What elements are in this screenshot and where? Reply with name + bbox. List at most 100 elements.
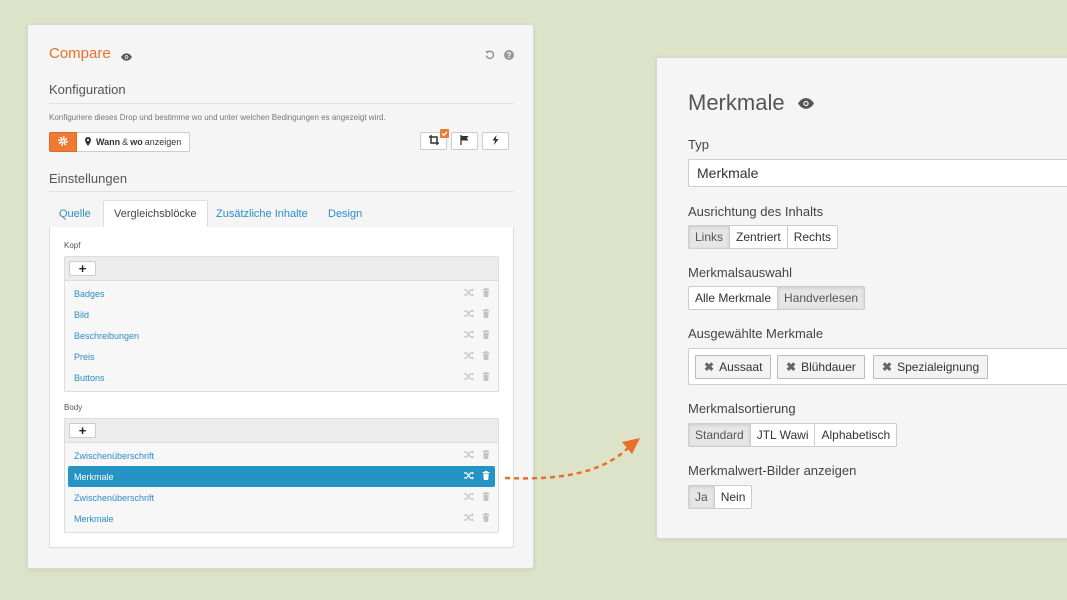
- shuffle-icon[interactable]: [464, 351, 474, 362]
- remove-tag-icon[interactable]: ✖: [786, 360, 796, 374]
- shuffle-icon[interactable]: [464, 372, 474, 383]
- shuffle-icon[interactable]: [464, 309, 474, 320]
- sort-jtl-wawi-button[interactable]: JTL Wawi: [749, 423, 816, 447]
- ausrichtung-links-button[interactable]: Links: [688, 225, 731, 249]
- list-item-label: Bild: [74, 309, 90, 320]
- when-where-button[interactable]: Wann & wo anzeigen: [77, 132, 191, 152]
- shuffle-icon[interactable]: [464, 288, 474, 299]
- sortierung-label: Merkmalsortierung: [688, 401, 796, 416]
- show-label: anzeigen: [144, 137, 182, 147]
- alle-merkmale-button[interactable]: Alle Merkmale: [688, 286, 779, 310]
- list-item-label: Zwischenüberschrift: [74, 450, 155, 461]
- trash-icon[interactable]: [482, 450, 490, 461]
- bolt-icon: [492, 135, 499, 147]
- remove-tag-icon[interactable]: ✖: [882, 360, 892, 374]
- compare-drop-panel: Compare ? Konfiguration Konfiguriere die…: [27, 24, 534, 569]
- tab-quelle[interactable]: Quelle: [49, 200, 101, 228]
- trash-icon[interactable]: [482, 288, 490, 299]
- flag-icon: [460, 135, 469, 147]
- auswahl-toggle: Alle Merkmale Handverlesen: [688, 286, 866, 310]
- auswahl-label: Merkmalsauswahl: [688, 265, 793, 280]
- block-title: Merkmale: [688, 90, 785, 115]
- kopf-label: Kopf: [64, 241, 81, 250]
- divider: [49, 103, 514, 104]
- shuffle-icon[interactable]: [464, 450, 474, 461]
- trash-icon[interactable]: [482, 492, 490, 503]
- list-item[interactable]: Zwischenüberschrift: [65, 445, 498, 466]
- list-item[interactable]: Bild: [65, 304, 498, 325]
- tag-label: Spezialeignung: [897, 360, 980, 374]
- typ-select[interactable]: Merkmale: [688, 159, 1067, 187]
- list-item[interactable]: Buttons: [65, 367, 498, 388]
- crop-icon: [428, 135, 439, 147]
- trash-icon[interactable]: [482, 513, 490, 524]
- tag-label: Blühdauer: [801, 360, 856, 374]
- shuffle-icon[interactable]: [464, 471, 474, 482]
- shuffle-icon[interactable]: [464, 492, 474, 503]
- add-block-button[interactable]: +: [69, 261, 96, 276]
- bolt-button[interactable]: [482, 132, 509, 150]
- tag-aussaat: ✖ Aussaat: [695, 355, 772, 379]
- bilder-ja-button[interactable]: Ja: [688, 485, 715, 509]
- bilder-label: Merkmalwert-Bilder anzeigen: [688, 463, 857, 478]
- crop-button[interactable]: [420, 129, 449, 150]
- konfiguration-description: Konfiguriere dieses Drop und bestimme wo…: [49, 113, 386, 122]
- drop-title: Compare: [49, 45, 111, 62]
- ausrichtung-toggle: Links Zentriert Rechts: [688, 225, 839, 249]
- trash-icon[interactable]: [482, 372, 490, 383]
- trash-icon[interactable]: [482, 330, 490, 341]
- list-item[interactable]: Beschreibungen: [65, 325, 498, 346]
- selected-merkmale-input[interactable]: ✖ Aussaat ✖ Blühdauer ✖ Spezialeignung: [688, 348, 1067, 385]
- config-button-group: Wann & wo anzeigen: [49, 132, 191, 152]
- list-item[interactable]: Merkmale: [68, 466, 495, 487]
- ausrichtung-rechts-button[interactable]: Rechts: [786, 225, 839, 249]
- where-label: wo: [130, 137, 143, 147]
- undo-icon[interactable]: [485, 47, 495, 65]
- list-item[interactable]: Merkmale: [65, 508, 498, 529]
- connector-arrow: [504, 438, 640, 480]
- block-list-header: +: [65, 257, 498, 281]
- remove-tag-icon[interactable]: ✖: [704, 360, 714, 374]
- trash-icon[interactable]: [482, 351, 490, 362]
- list-item[interactable]: Badges: [65, 283, 498, 304]
- handverlesen-button[interactable]: Handverlesen: [777, 286, 866, 310]
- tab-content: Kopf + Badges Bild Beschreibungen Preis Butt…: [49, 227, 514, 548]
- trash-icon[interactable]: [482, 471, 490, 482]
- body-block-list: + Zwischenüberschrift Merkmale Zwischenübe…: [64, 418, 499, 533]
- ausrichtung-label: Ausrichtung des Inhalts: [688, 204, 824, 219]
- svg-text:?: ?: [507, 51, 512, 60]
- map-marker-icon: [85, 136, 91, 148]
- bilder-toggle: Ja Nein: [688, 485, 753, 509]
- divider: [49, 191, 514, 192]
- shuffle-icon[interactable]: [464, 513, 474, 524]
- shuffle-icon[interactable]: [464, 330, 474, 341]
- tag-spezialeignung: ✖ Spezialeignung: [873, 355, 989, 379]
- bilder-nein-button[interactable]: Nein: [713, 485, 753, 509]
- amp-label: &: [122, 137, 129, 147]
- condition-buttons: [420, 129, 509, 150]
- when-label: Wann: [96, 137, 121, 147]
- typ-label: Typ: [688, 137, 709, 152]
- list-item-label: Merkmale: [74, 513, 114, 524]
- tag-bluehdauer: ✖ Blühdauer: [777, 355, 865, 379]
- eye-icon[interactable]: [798, 96, 814, 114]
- active-checkbox-icon: [440, 129, 449, 140]
- list-item[interactable]: Zwischenüberschrift: [65, 487, 498, 508]
- sort-standard-button[interactable]: Standard: [688, 423, 751, 447]
- list-item[interactable]: Preis: [65, 346, 498, 367]
- flag-button[interactable]: [451, 132, 478, 150]
- list-item-label: Zwischenüberschrift: [74, 492, 155, 503]
- settings-button[interactable]: [49, 132, 77, 152]
- help-icon[interactable]: ?: [504, 47, 514, 65]
- ausrichtung-zentriert-button[interactable]: Zentriert: [729, 225, 788, 249]
- sort-alphabetisch-button[interactable]: Alphabetisch: [814, 423, 898, 447]
- trash-icon[interactable]: [482, 309, 490, 320]
- add-block-button[interactable]: +: [69, 423, 96, 438]
- tag-label: Aussaat: [719, 360, 763, 374]
- tab-zusaetzliche-inhalte[interactable]: Zusätzliche Inhalte: [206, 200, 318, 228]
- eye-icon[interactable]: [121, 48, 132, 66]
- sortierung-toggle: Standard JTL Wawi Alphabetisch: [688, 423, 898, 447]
- tab-design[interactable]: Design: [318, 200, 372, 228]
- tab-vergleichsbloecke[interactable]: Vergleichsblöcke: [103, 200, 208, 228]
- list-item-label: Buttons: [74, 372, 105, 383]
